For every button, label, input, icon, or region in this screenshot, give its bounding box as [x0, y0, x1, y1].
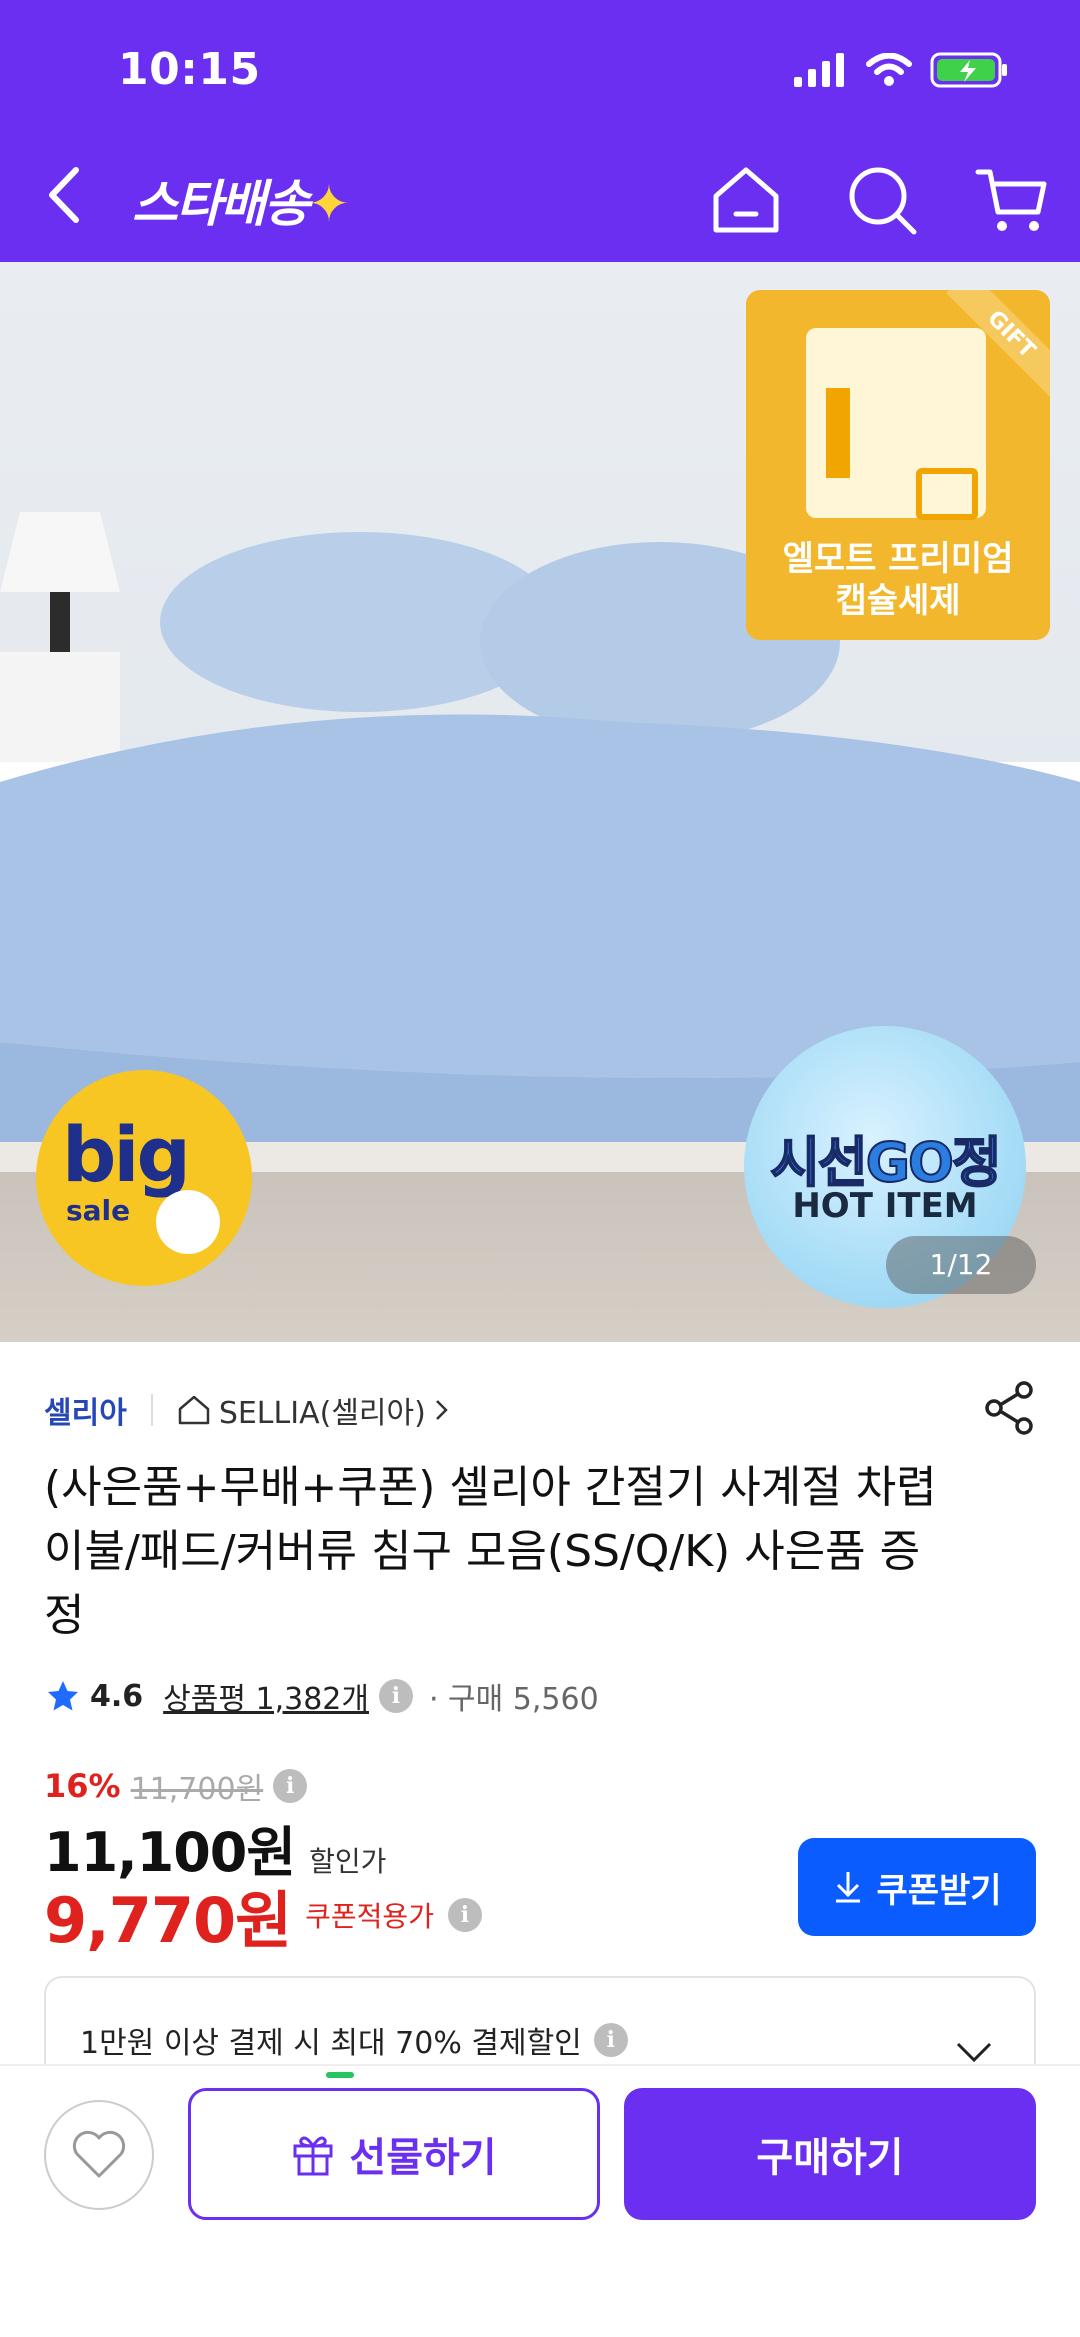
store-name: SELLIA(셀리아): [218, 1396, 426, 1431]
scroll-indicator: [326, 2072, 354, 2078]
purchase-count: · 구매 5,560: [428, 1682, 599, 1717]
gift-promo-card: GIFT 엘모트 프리미엄 캡슐세제: [746, 290, 1050, 640]
hot-badge-subtitle: HOT ITEM: [792, 1186, 978, 1226]
price-info-icon[interactable]: i: [273, 1769, 308, 1803]
store-home-icon: [178, 1395, 210, 1425]
product-title: (사은품+무배+쿠폰) 셀리아 간절기 사계절 차렵이불/패드/커버류 침구 모…: [44, 1462, 937, 1641]
coupon-price-label: 쿠폰적용가: [305, 1900, 434, 1933]
brand-text: 스타배송: [132, 175, 310, 233]
seller-row: 셀리아 SELLIA(셀리아): [44, 1381, 1040, 1436]
back-arrow-icon[interactable]: [40, 160, 90, 230]
gift-caption: 엘모트 프리미엄 캡슐세제: [746, 538, 1050, 622]
seller-link[interactable]: 셀리아: [44, 1388, 127, 1432]
coupon-price: 9,770원: [44, 1884, 292, 1957]
gift-caption-line2: 캡슐세제: [835, 581, 961, 621]
benefit-info-icon[interactable]: i: [593, 2023, 628, 2057]
get-coupon-button[interactable]: 쿠폰받기: [798, 1838, 1036, 1936]
gift-button[interactable]: 선물하기: [188, 2088, 600, 2220]
wishlist-button[interactable]: [44, 2100, 154, 2210]
rating-score: 4.6: [90, 1678, 144, 1714]
heart-icon: [72, 2130, 126, 2178]
wifi-icon: [866, 53, 912, 86]
gift-caption-line1: 엘모트 프리미엄: [782, 539, 1014, 579]
badge-sale-text: sale: [66, 1194, 131, 1227]
status-time: 10:15: [118, 44, 261, 95]
detergent-package: [806, 328, 986, 520]
battery-icon: [930, 52, 1007, 88]
signal-icon: [794, 53, 844, 87]
buy-button[interactable]: 구매하기: [624, 2088, 1036, 2220]
store-link[interactable]: SELLIA(셀리아): [177, 1388, 450, 1432]
app-header: 10:15 스타배송✦: [0, 0, 1080, 262]
bottom-action-bar: 선물하기 구매하기: [0, 2064, 1080, 2337]
original-price: 11,700원: [130, 1772, 264, 1807]
divider: [150, 1394, 153, 1426]
coupon-info-icon[interactable]: i: [447, 1898, 482, 1932]
chevron-down-icon[interactable]: [954, 2040, 994, 2064]
big-sale-badge: big sale: [36, 1070, 252, 1286]
badge-big-text: big: [62, 1110, 191, 1199]
star-icon: [48, 1681, 78, 1711]
coupon-price-row: 9,770원 쿠폰적용가 i: [44, 1870, 482, 1960]
share-icon[interactable]: [980, 1378, 1040, 1438]
download-icon: [836, 1872, 861, 1903]
benefit-text: 1만원 이상 결제 시 최대 70% 결제할인: [80, 2026, 582, 2061]
cart-icon[interactable]: [972, 160, 1052, 240]
brand-star-icon: ✦: [308, 175, 350, 233]
home-icon[interactable]: [706, 160, 786, 240]
gift-icon: [293, 2136, 333, 2176]
benefit-row: 1만원 이상 결제 시 최대 70% 결제할인 i: [80, 2018, 628, 2062]
search-icon[interactable]: [842, 160, 922, 240]
reviews-link[interactable]: 상품평 1,382개: [163, 1674, 369, 1718]
discount-percent: 16%: [44, 1767, 121, 1805]
rating-row: 4.6 상품평 1,382개 i · 구매 5,560: [46, 1674, 599, 1718]
bunny-icon: [156, 1190, 220, 1254]
gift-button-label: 선물하기: [349, 2135, 497, 2181]
image-pager: 1/12: [886, 1236, 1036, 1294]
info-icon[interactable]: i: [378, 1679, 413, 1713]
status-icons: [792, 52, 1010, 88]
get-coupon-label: 쿠폰받기: [876, 1870, 1002, 1911]
chevron-right-icon: [435, 1400, 448, 1420]
brand-logo[interactable]: 스타배송✦: [132, 164, 350, 236]
discount-row: 16% 11,700원 i: [44, 1764, 308, 1808]
